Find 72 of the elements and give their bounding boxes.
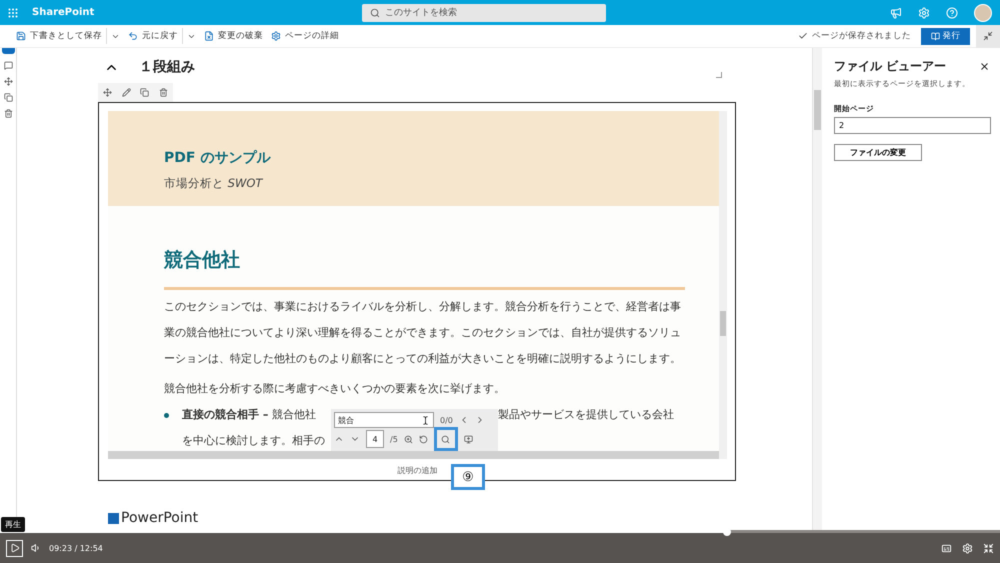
- start-page-field[interactable]: 2: [834, 117, 991, 134]
- scrollbar-thumb[interactable]: [814, 90, 821, 130]
- trash-icon[interactable]: [159, 88, 168, 97]
- section-title: １段組み: [139, 58, 195, 76]
- command-button[interactable]: 変更の破棄: [200, 27, 267, 45]
- vertical-scrollbar[interactable]: [719, 111, 727, 451]
- rail-tab[interactable]: [2, 48, 14, 54]
- progress-track[interactable]: [0, 530, 1000, 533]
- tooltip: 再生: [1, 517, 25, 532]
- settings-icon[interactable]: [962, 542, 973, 554]
- search-icon[interactable]: [441, 434, 450, 444]
- present-icon[interactable]: [464, 434, 473, 444]
- move-icon[interactable]: [4, 77, 12, 86]
- bullet-text: 製品やサービスを提供している会社: [498, 407, 674, 423]
- edit-icon[interactable]: [122, 88, 131, 97]
- volume-icon[interactable]: [31, 543, 41, 553]
- trash-icon[interactable]: [4, 109, 12, 118]
- find-field[interactable]: 競合: [334, 412, 434, 428]
- play-button[interactable]: [6, 540, 23, 556]
- pdf-heading: 競合他社: [164, 248, 241, 273]
- move-icon[interactable]: [102, 88, 112, 97]
- search-field[interactable]: このサイトを検索: [362, 4, 606, 22]
- play-icon: [10, 543, 20, 553]
- avatar[interactable]: [974, 4, 992, 22]
- callout-label: ⑨: [451, 464, 485, 490]
- help-icon[interactable]: [946, 6, 958, 18]
- command-button[interactable]: 元に戻す: [124, 27, 182, 45]
- bullet-dot: [164, 413, 169, 418]
- text-cursor-icon: [421, 416, 430, 424]
- discard-icon: [204, 31, 214, 41]
- search-icon: [370, 8, 380, 18]
- check-icon: [798, 31, 808, 41]
- save-icon: [16, 31, 26, 41]
- panel-title: ファイル ビューアー: [834, 58, 946, 75]
- scrollbar-corner: [719, 451, 727, 459]
- zoom-in-icon[interactable]: [404, 434, 413, 444]
- time-display: 09:23 / 12:54: [49, 544, 103, 552]
- app-launcher-icon[interactable]: [8, 8, 18, 18]
- undo-icon: [128, 31, 138, 41]
- bullet-text: 競合他社: [272, 408, 316, 421]
- change-file-button[interactable]: ファイルの変更: [834, 144, 922, 161]
- comment-icon[interactable]: [4, 61, 12, 70]
- section-heading: PowerPoint: [121, 510, 198, 526]
- page-total: /5: [390, 434, 398, 444]
- copy-icon[interactable]: [4, 93, 12, 102]
- pdf-subtitle: 市場分析と SWOT: [164, 176, 262, 190]
- captions-icon[interactable]: [941, 542, 952, 554]
- pdf-paragraph: このセクションでは、事業におけるライバルを分析し、分解します。競合分析を行うことで、経営者は事業の競合他社についてより深い理解を得ることができます。このセクションでは、自社が提供するソリューションは、特定した他社のものより顧客にとっての利益が大きいことを明確に説明するようにします。: [164, 299, 682, 367]
- bullet-text: を中心に検討します。相手の: [182, 433, 325, 449]
- match-count: 0/0: [440, 416, 453, 424]
- collapse-button[interactable]: [976, 24, 1000, 48]
- page-field[interactable]: 4: [366, 430, 384, 448]
- collapse-icon: [983, 31, 993, 41]
- scrollbar-thumb[interactable]: [720, 311, 726, 336]
- publish-button[interactable]: 発行: [921, 28, 970, 44]
- command-button[interactable]: 下書きとして保存: [12, 27, 106, 45]
- bullet-lead: 直接の競合相手 –: [182, 408, 268, 421]
- rotate-icon[interactable]: [418, 434, 428, 444]
- canvas-scrollbar[interactable]: [812, 48, 822, 533]
- horizontal-scrollbar[interactable]: [108, 451, 719, 459]
- pdf-title: PDF のサンプル: [164, 149, 272, 167]
- exit-fullscreen-icon[interactable]: [983, 542, 994, 554]
- close-icon[interactable]: [979, 61, 990, 72]
- save-status: ページが保存されました: [812, 30, 911, 42]
- square-icon: [108, 512, 119, 524]
- book-icon: [930, 32, 940, 40]
- resize-handle-icon[interactable]: [716, 72, 722, 78]
- pdf-paragraph: 競合他社を分析する際に考慮すべきいくつかの要素を次に挙げます。: [164, 381, 506, 397]
- copy-icon[interactable]: [140, 88, 150, 97]
- details-icon: [271, 31, 281, 41]
- command-button[interactable]: ページの詳細: [267, 27, 343, 45]
- megaphone-icon[interactable]: [890, 6, 902, 18]
